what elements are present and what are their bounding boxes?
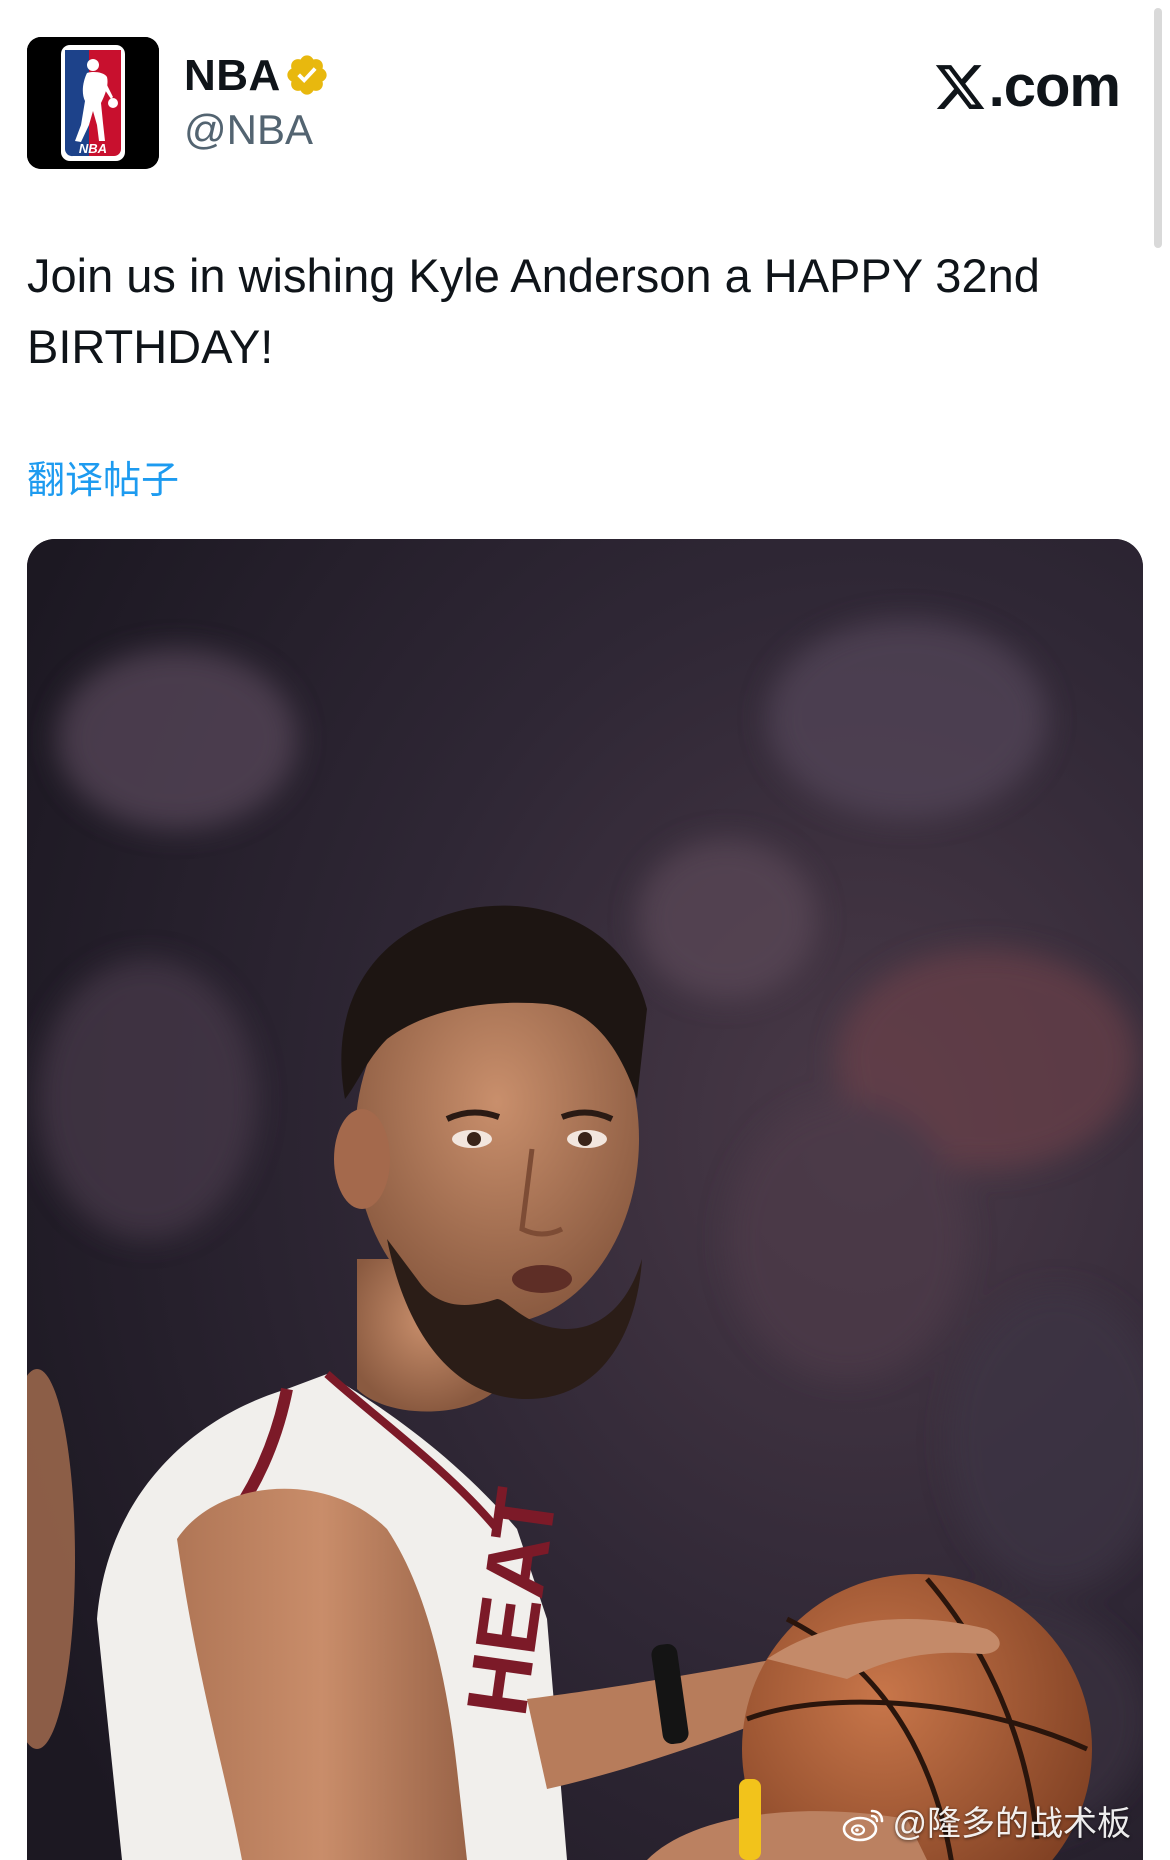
scrollbar[interactable] xyxy=(1154,8,1162,248)
x-logo-icon xyxy=(935,65,984,109)
watermark: @隆多的战术板 xyxy=(842,1802,1131,1846)
verified-badge-icon xyxy=(287,55,327,95)
account-handle[interactable]: @NBA xyxy=(184,104,313,156)
player-photo: HEAT xyxy=(27,539,1143,1860)
avatar-logo-text: NBA xyxy=(79,141,107,156)
nba-logo-icon: NBA xyxy=(27,37,159,169)
tweet-text: Join us in wishing Kyle Anderson a HAPPY… xyxy=(27,249,1040,373)
weibo-icon xyxy=(843,1809,884,1842)
display-name[interactable]: NBA xyxy=(184,48,281,104)
nba-avatar[interactable]: NBA xyxy=(27,37,159,169)
translate-post-link[interactable]: 翻译帖子 xyxy=(27,456,179,506)
tweet-media-image[interactable]: HEAT @隆多的战术板 xyxy=(27,539,1143,1860)
watermark-text: @隆多的战术板 xyxy=(892,1805,1131,1843)
brand-label: .com xyxy=(988,54,1121,119)
x-brand: .com xyxy=(933,52,1121,122)
